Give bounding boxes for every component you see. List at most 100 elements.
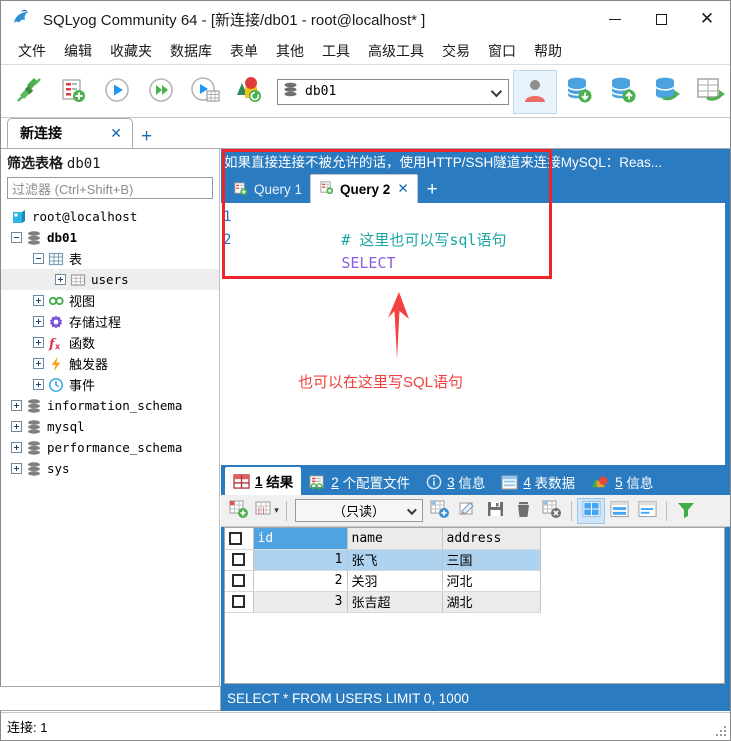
discard-changes-button[interactable] [538,498,566,524]
restore-database-button[interactable] [601,70,645,114]
query-tab-2[interactable]: Query 2 ✕ [310,174,418,203]
table-row[interactable]: 1 张飞 三国 [225,549,541,571]
checkbox-icon[interactable] [232,553,246,566]
add-query-tab-button[interactable]: + [418,180,447,203]
column-header-id[interactable]: id [253,528,348,550]
query-tab-1[interactable]: Query 1 [225,176,310,203]
grid-view-button[interactable] [577,497,605,524]
column-header-address[interactable]: address [442,528,541,550]
cell-id[interactable]: 1 [253,549,348,571]
close-button[interactable]: ✕ [684,1,730,37]
minimize-button[interactable] [592,1,638,37]
backup-database-button[interactable] [557,70,601,114]
expand-expander-icon[interactable] [11,400,22,411]
cell-address[interactable]: 三国 [442,549,541,571]
new-connection-button[interactable] [7,70,51,114]
expand-expander-icon[interactable] [11,463,22,474]
execute-query-button[interactable] [95,70,139,114]
menu-item-transaction[interactable]: 交易 [433,38,479,64]
new-query-tab-button[interactable] [51,70,95,114]
maximize-button[interactable] [638,1,684,37]
result-tab-profile[interactable]: 2 个配置文件 [301,469,418,495]
user-manager-button[interactable] [513,69,557,114]
close-icon[interactable]: ✕ [397,181,408,197]
table-row[interactable]: 3 张吉超 湖北 [225,591,541,613]
cell-name[interactable]: 关羽 [347,570,443,592]
sql-editor[interactable]: 1 2 # 这里也可以写sql语句 SELECT * FROM USERS [221,203,730,277]
close-icon[interactable]: ✕ [106,125,126,142]
tree-item-triggers[interactable]: 触发器 [1,353,219,374]
delete-row-button[interactable] [510,498,538,524]
text-view-button[interactable] [633,498,661,524]
menu-item-window[interactable]: 窗口 [479,38,525,64]
menu-item-favorites[interactable]: 收藏夹 [101,38,161,64]
menu-item-form[interactable]: 表单 [221,38,267,64]
checkbox-icon[interactable] [229,531,242,545]
form-view-button[interactable] [605,498,633,524]
checkbox-icon[interactable] [232,574,246,587]
menu-item-other[interactable]: 其他 [267,38,313,64]
expand-expander-icon[interactable] [55,274,66,285]
refresh-data-button[interactable] [426,498,454,524]
cell-name[interactable]: 张吉超 [347,591,443,613]
edit-cell-button[interactable] [454,498,482,524]
result-tab-objects-info[interactable]: 5 信息 [583,469,661,495]
add-connection-tab-button[interactable]: + [133,127,160,148]
expand-expander-icon[interactable] [33,379,44,390]
cell-address[interactable]: 河北 [442,570,541,592]
result-tab-table-data[interactable]: 4 表数据 [493,469,583,495]
connection-tab-new[interactable]: 新连接 ✕ [7,118,133,148]
expand-expander-icon[interactable] [33,295,44,306]
tree-item-root-localhost[interactable]: root@localhost [1,206,219,227]
database-select[interactable]: db01 [277,78,509,105]
tree-item-performance-schema[interactable]: performance_schema [1,437,219,458]
tree-item-db01[interactable]: db01 [1,227,219,248]
menu-item-help[interactable]: 帮助 [525,38,571,64]
expand-expander-icon[interactable] [11,442,22,453]
checkbox-icon[interactable] [232,595,246,608]
copy-database-button[interactable] [645,70,689,114]
insert-null-button[interactable]: [] ▾ [253,498,281,524]
collapse-expander-icon[interactable] [33,253,44,264]
tree-item-views[interactable]: 视图 [1,290,219,311]
chevron-down-icon[interactable]: ▾ [274,505,279,516]
filter-input[interactable]: 过滤器 (Ctrl+Shift+B) [7,177,213,199]
cell-address[interactable]: 湖北 [442,591,541,613]
filter-button[interactable] [672,498,700,524]
menu-item-tools[interactable]: 工具 [313,38,359,64]
select-all-checkbox-cell[interactable] [225,528,254,550]
menu-item-database[interactable]: 数据库 [161,38,221,64]
result-tab-messages[interactable]: 3 信息 [418,469,493,495]
tree-item-users[interactable]: users [1,269,219,290]
cell-id[interactable]: 2 [253,570,348,592]
execute-query-to-grid-button[interactable] [183,70,227,114]
expand-expander-icon[interactable] [33,337,44,348]
expand-expander-icon[interactable] [33,358,44,369]
tree-item-events[interactable]: 事件 [1,374,219,395]
collapse-expander-icon[interactable] [11,232,22,243]
menu-item-edit[interactable]: 编辑 [55,38,101,64]
tree-item-information-schema[interactable]: information_schema [1,395,219,416]
tree-item-tables[interactable]: 表 [1,248,219,269]
result-grid[interactable]: id name address 1 张飞 三国 2 关羽 河北 3 张吉超 湖北 [224,527,725,684]
save-changes-button[interactable] [482,498,510,524]
editor-vertical-scrollbar[interactable] [725,149,730,465]
tree-item-sys[interactable]: sys [1,458,219,479]
tree-item-stored-procedures[interactable]: 存储过程 [1,311,219,332]
result-mode-select[interactable]: （只读） [295,499,423,522]
row-checkbox-cell[interactable] [225,549,254,571]
tree-item-functions[interactable]: f x 函数 [1,332,219,353]
menu-item-advanced-tools[interactable]: 高级工具 [359,38,433,64]
table-row[interactable]: 2 关羽 河北 [225,570,541,592]
expand-expander-icon[interactable] [11,421,22,432]
cell-id[interactable]: 3 [253,591,348,613]
export-table-button[interactable] [689,70,731,114]
column-header-name[interactable]: name [347,528,443,550]
add-row-button[interactable] [225,498,253,524]
execute-all-queries-button[interactable] [139,70,183,114]
resize-grip-icon[interactable] [714,724,726,736]
cell-name[interactable]: 张飞 [347,549,443,571]
schema-designer-button[interactable] [227,70,271,114]
row-checkbox-cell[interactable] [225,591,254,613]
result-tab-results[interactable]: 1 结果 [225,467,302,495]
